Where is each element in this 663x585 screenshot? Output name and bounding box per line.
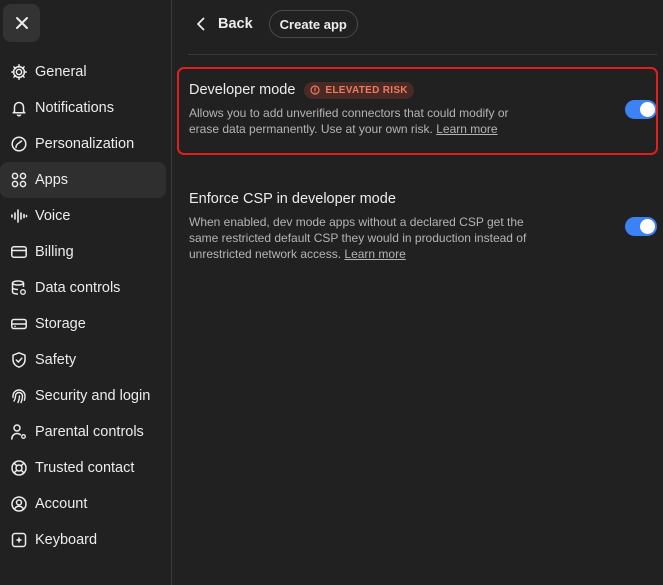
gear-icon (10, 63, 28, 81)
sidebar-item-label: Safety (35, 352, 77, 368)
close-icon (15, 17, 28, 29)
sidebar-item-general[interactable]: General (0, 54, 166, 90)
sidebar-item-personalization[interactable]: Personalization (0, 126, 166, 162)
sidebar-item-apps[interactable]: Apps (0, 162, 166, 198)
sidebar-item-label: Apps (35, 172, 69, 188)
sidebar-item-label: Account (35, 496, 88, 512)
developer-mode-setting: Developer mode ELEVATED RISK Allows you … (189, 80, 657, 137)
account-icon (10, 495, 28, 513)
enforce-csp-toggle[interactable] (625, 217, 657, 236)
fingerprint-icon (10, 387, 28, 405)
sidebar-item-label: Personalization (35, 136, 135, 152)
shield-icon (10, 351, 28, 369)
parental-icon (10, 423, 28, 441)
keyboard-icon (10, 531, 28, 549)
sidebar-item-notifications[interactable]: Notifications (0, 90, 166, 126)
sidebar-item-data-controls[interactable]: Data controls (0, 270, 166, 306)
lifebuoy-icon (10, 459, 28, 477)
create-app-button[interactable]: Create app (268, 10, 358, 38)
sidebar-item-keyboard[interactable]: Keyboard (0, 522, 166, 558)
bell-icon (10, 99, 28, 117)
sidebar-item-label: Security and login (35, 388, 151, 404)
chevron-left-icon (197, 17, 205, 31)
setting-description: When enabled, dev mode apps without a de… (189, 215, 527, 261)
sidebar-item-label: Trusted contact (35, 460, 135, 476)
waveform-icon (10, 207, 28, 225)
enforce-csp-setting: Enforce CSP in developer mode When enabl… (189, 189, 657, 262)
elevated-risk-badge: ELEVATED RISK (304, 81, 414, 99)
sidebar-item-security-and-login[interactable]: Security and login (0, 378, 166, 414)
back-label: Back (218, 16, 253, 32)
learn-more-link[interactable]: Learn more (344, 247, 405, 261)
sidebar-item-label: Storage (35, 316, 86, 332)
sidebar-item-label: Data controls (35, 280, 121, 296)
toggle-knob (640, 219, 655, 234)
sidebar-item-trusted-contact[interactable]: Trusted contact (0, 450, 166, 486)
storage-icon (10, 315, 28, 333)
sidebar-item-account[interactable]: Account (0, 486, 166, 522)
sidebar-item-label: Billing (35, 244, 74, 260)
warning-icon (310, 85, 321, 95)
sidebar-item-parental-controls[interactable]: Parental controls (0, 414, 166, 450)
sidebar-item-voice[interactable]: Voice (0, 198, 166, 234)
sidebar-item-label: Voice (35, 208, 71, 224)
back-button[interactable]: Back (188, 16, 253, 32)
sidebar-item-label: Parental controls (35, 424, 144, 440)
personalization-icon (10, 135, 28, 153)
settings-sidebar: General Notifications Personalization Ap… (0, 0, 172, 585)
setting-title: Enforce CSP in developer mode (189, 191, 396, 207)
setting-title: Developer mode (189, 82, 296, 98)
sidebar-item-billing[interactable]: Billing (0, 234, 166, 270)
header: Back Create app (188, 10, 358, 38)
sidebar-item-safety[interactable]: Safety (0, 342, 166, 378)
toggle-knob (640, 102, 655, 117)
setting-description: Allows you to add unverified connectors … (189, 106, 509, 136)
sidebar-item-label: General (35, 64, 87, 80)
badge-label: ELEVATED RISK (325, 84, 408, 96)
learn-more-link[interactable]: Learn more (436, 122, 497, 136)
apps-grid-icon (10, 171, 28, 189)
credit-card-icon (10, 243, 28, 261)
database-icon (10, 279, 28, 297)
sidebar-item-label: Notifications (35, 100, 114, 116)
header-divider (188, 54, 657, 55)
close-button[interactable] (3, 4, 40, 42)
sidebar-item-storage[interactable]: Storage (0, 306, 166, 342)
sidebar-item-label: Keyboard (35, 532, 98, 548)
developer-mode-toggle[interactable] (625, 100, 657, 119)
